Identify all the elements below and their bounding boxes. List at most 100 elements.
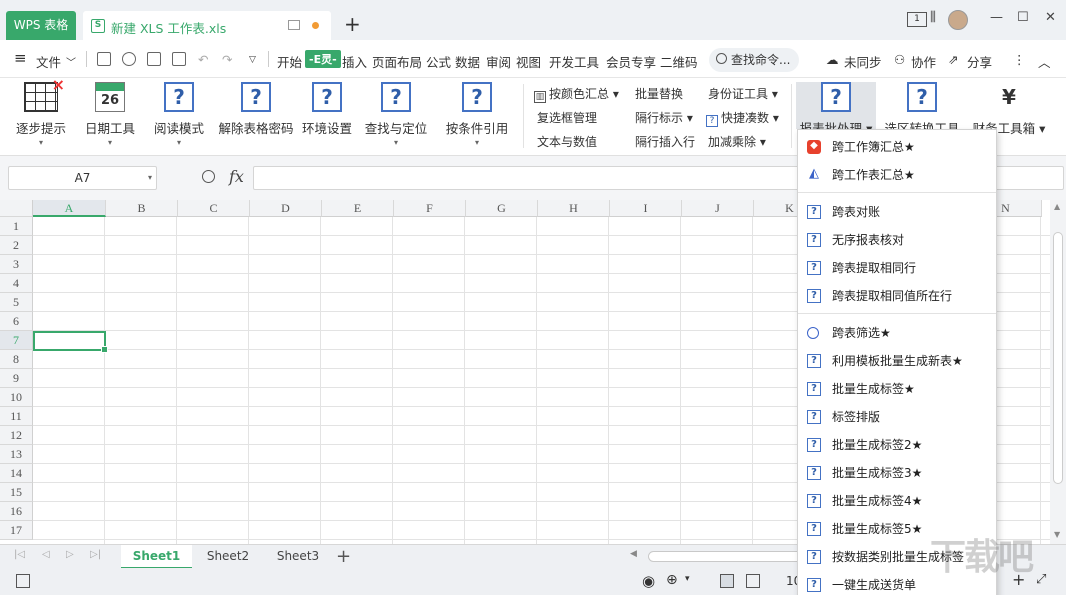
remove-password-button[interactable]: ? 解除表格密码 xyxy=(216,82,296,137)
menu-page-layout[interactable]: 页面布局 xyxy=(372,52,422,71)
share-button[interactable]: 分享 xyxy=(967,52,992,71)
menu-data[interactable]: 数据 xyxy=(455,52,480,71)
save-icon[interactable] xyxy=(97,52,111,66)
menu-view[interactable]: 视图 xyxy=(516,52,541,71)
dropdown-item[interactable]: ? 跨表对账 xyxy=(798,198,996,226)
row-header-14[interactable]: 14 xyxy=(0,464,33,483)
find-locate-button[interactable]: ? 查找与定位 ▾ xyxy=(362,82,430,147)
active-cell[interactable] xyxy=(33,331,108,353)
command-search[interactable]: 查找命令... xyxy=(709,48,799,72)
env-settings-button[interactable]: ? 环境设置 xyxy=(300,82,354,137)
window-pin-icon[interactable] xyxy=(288,20,300,30)
menu-formulas[interactable]: 公式 xyxy=(426,52,451,71)
dropdown-item[interactable]: ? 跨表提取相同值所在行 xyxy=(798,282,996,310)
column-header-g[interactable]: G xyxy=(466,200,538,217)
prev-sheet-icon[interactable]: ◁ xyxy=(42,549,50,560)
menu-review[interactable]: 审阅 xyxy=(486,52,511,71)
unsync-button[interactable]: 未同步 xyxy=(844,52,882,71)
menu-insert[interactable]: 插入 xyxy=(342,52,367,71)
color-summary-button[interactable]: ▥ 按颜色汇总 ▾ xyxy=(534,85,619,103)
page-view-icon[interactable] xyxy=(746,574,760,588)
dropdown-item[interactable]: ? 批量生成标签3★ xyxy=(798,459,996,487)
eye-protect-icon[interactable]: ◉ xyxy=(642,572,655,590)
select-all-corner[interactable] xyxy=(0,200,33,217)
dropdown-item[interactable]: 跨表筛选★ xyxy=(798,319,996,347)
first-sheet-icon[interactable]: |◁ xyxy=(14,549,25,560)
layout-icon[interactable]: ⊕ xyxy=(666,572,678,588)
macro-record-icon[interactable] xyxy=(16,574,30,588)
minimize-button[interactable]: — xyxy=(990,10,1003,25)
menu-file[interactable]: 文件 xyxy=(36,52,61,71)
sheet-tab-sheet3[interactable]: Sheet3 xyxy=(264,545,332,569)
row-header-4[interactable]: 4 xyxy=(0,274,33,293)
chevron-down-icon[interactable]: ▾ xyxy=(685,574,690,584)
menu-member[interactable]: 会员专享 xyxy=(606,52,656,71)
close-button[interactable]: ✕ xyxy=(1045,10,1056,25)
row-header-9[interactable]: 9 xyxy=(0,369,33,388)
hamburger-icon[interactable]: ≡ xyxy=(14,49,27,67)
dropdown-item[interactable]: ? 利用模板批量生成新表★ xyxy=(798,347,996,375)
collaborate-button[interactable]: 协作 xyxy=(911,52,936,71)
more-windows-icon[interactable]: ⫼ xyxy=(930,10,936,25)
vertical-scrollbar[interactable]: ▲ ▼ xyxy=(1050,200,1066,544)
etag-badge[interactable]: -E灵- xyxy=(305,50,341,68)
column-header-c[interactable]: C xyxy=(178,200,250,217)
export-icon[interactable] xyxy=(122,52,136,66)
more-menu-icon[interactable]: ⋮ xyxy=(1013,52,1026,67)
avatar[interactable] xyxy=(948,10,968,30)
dropdown-item[interactable]: ? 标签排版 xyxy=(798,403,996,431)
name-box[interactable]: A7 ▾ xyxy=(8,166,157,190)
customize-toolbar-icon[interactable]: ▽ xyxy=(249,55,256,65)
normal-view-icon[interactable] xyxy=(720,574,734,588)
row-header-8[interactable]: 8 xyxy=(0,350,33,369)
batch-replace-button[interactable]: 批量替换 xyxy=(635,85,683,102)
row-header-13[interactable]: 13 xyxy=(0,445,33,464)
scroll-thumb[interactable] xyxy=(1053,232,1063,484)
date-tools-button[interactable]: 26 日期工具 ▾ xyxy=(78,82,142,147)
tab-wps-home[interactable]: WPS 表格 xyxy=(6,11,76,40)
checkbox-manage-button[interactable]: 复选框管理 xyxy=(537,109,597,126)
tab-document[interactable]: S 新建 XLS 工作表.xls xyxy=(83,11,331,40)
column-header-a[interactable]: A xyxy=(33,200,106,217)
collapse-ribbon-icon[interactable]: ︿ xyxy=(1038,52,1051,71)
dropdown-item[interactable]: ◭ 跨工作表汇总★ xyxy=(798,161,996,189)
reading-mode-button[interactable]: ? 阅读模式 ▾ xyxy=(148,82,210,147)
add-sheet-button[interactable]: + xyxy=(336,546,351,567)
menu-developer[interactable]: 开发工具 xyxy=(549,52,599,71)
dropdown-item[interactable]: ? 无序报表核对 xyxy=(798,226,996,254)
print-icon[interactable] xyxy=(147,52,161,66)
last-sheet-icon[interactable]: ▷| xyxy=(90,549,101,560)
row-header-11[interactable]: 11 xyxy=(0,407,33,426)
column-header-b[interactable]: B xyxy=(106,200,178,217)
column-header-d[interactable]: D xyxy=(250,200,322,217)
row-header-6[interactable]: 6 xyxy=(0,312,33,331)
row-header-7[interactable]: 7 xyxy=(0,331,33,350)
row-header-2[interactable]: 2 xyxy=(0,236,33,255)
row-header-16[interactable]: 16 xyxy=(0,502,33,521)
function-icon[interactable]: fx xyxy=(229,167,244,186)
row-header-10[interactable]: 10 xyxy=(0,388,33,407)
row-header-17[interactable]: 17 xyxy=(0,521,33,540)
dropdown-item[interactable]: ? 批量生成标签★ xyxy=(798,375,996,403)
column-header-e[interactable]: E xyxy=(322,200,394,217)
h-scroll-thumb[interactable] xyxy=(648,551,808,562)
row-header-1[interactable]: 1 xyxy=(0,217,33,236)
column-header-f[interactable]: F xyxy=(394,200,466,217)
conditional-ref-button[interactable]: ? 按条件引用 ▾ xyxy=(442,82,512,147)
dropdown-item[interactable]: ? 跨表提取相同行 xyxy=(798,254,996,282)
dropdown-item[interactable]: ? 批量生成标签4★ xyxy=(798,487,996,515)
print-preview-icon[interactable] xyxy=(172,52,186,66)
sheet-tab-sheet1[interactable]: Sheet1 xyxy=(121,545,192,569)
step-hint-button[interactable]: × 逐步提示 ▾ xyxy=(8,75,74,147)
column-header-i[interactable]: I xyxy=(610,200,682,217)
new-tab-button[interactable]: + xyxy=(344,13,361,35)
quick-sum-button[interactable]: ? 快捷凑数 ▾ xyxy=(706,109,779,127)
alt-row-insert-button[interactable]: 隔行插入行 xyxy=(635,133,695,150)
sheet-tab-sheet2[interactable]: Sheet2 xyxy=(194,545,262,569)
column-header-h[interactable]: H xyxy=(538,200,610,217)
share-icon[interactable]: ⇗ xyxy=(948,52,958,67)
column-header-j[interactable]: J xyxy=(682,200,754,217)
next-sheet-icon[interactable]: ▷ xyxy=(66,549,74,560)
zoom-search-icon[interactable] xyxy=(202,170,215,183)
menu-qrcode[interactable]: 二维码 xyxy=(660,52,698,71)
